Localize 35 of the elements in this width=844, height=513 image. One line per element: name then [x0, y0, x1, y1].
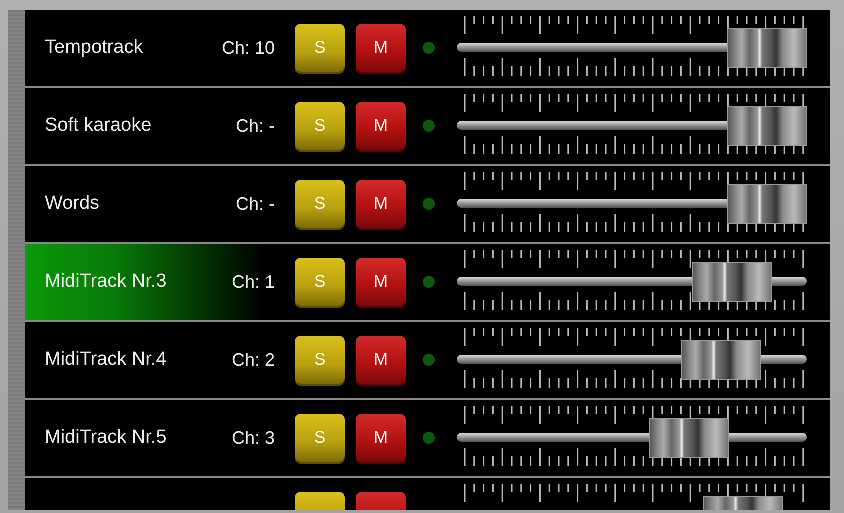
mute-button[interactable]: M [356, 414, 406, 462]
track-row[interactable]: MidiTrack Nr.5 Ch: 3 S M [25, 400, 830, 478]
track-name: Tempotrack [45, 37, 144, 58]
track-name: Words [45, 193, 100, 214]
track-row[interactable]: MidiTrack Nr.4 Ch: 2 S M [25, 322, 830, 400]
slider-thumb[interactable] [681, 340, 762, 380]
activity-led-icon [423, 120, 435, 132]
track-name: Soft karaoke [45, 115, 152, 136]
slider-thumb[interactable] [727, 28, 807, 68]
channel-label: Ch: - [236, 116, 275, 136]
activity-led-icon [423, 276, 435, 288]
channel-label: Ch: 2 [232, 350, 275, 370]
slider-thumb[interactable] [692, 262, 772, 302]
channel-label: Ch: 10 [222, 38, 275, 58]
track-row[interactable]: Soft karaoke Ch: - S M [25, 88, 830, 166]
activity-led-icon [423, 432, 435, 444]
channel-label: Ch: 3 [232, 428, 275, 448]
mute-button[interactable]: M [356, 180, 406, 228]
channel-label: Ch: 1 [232, 272, 275, 292]
track-name: MidiTrack Nr.5 [45, 427, 167, 448]
mute-button[interactable]: M [356, 24, 406, 72]
track-row[interactable]: Tempotrack Ch: 10 S M [25, 10, 830, 88]
mute-button[interactable]: M [356, 258, 406, 306]
activity-led-icon [423, 354, 435, 366]
track-name: MidiTrack Nr.4 [45, 349, 167, 370]
track-row[interactable]: MidiTrack Nr.3 Ch: 1 S M [25, 244, 830, 322]
channel-label: Ch: - [236, 194, 275, 214]
track-name: MidiTrack Nr.3 [45, 271, 167, 292]
activity-led-icon [423, 42, 435, 54]
activity-led-icon [423, 198, 435, 210]
slider-thumb[interactable] [648, 418, 729, 458]
mute-button[interactable]: M [356, 102, 406, 150]
mute-button[interactable]: M [356, 336, 406, 384]
slider-thumb[interactable] [727, 106, 807, 146]
slider-thumb[interactable] [727, 184, 807, 224]
